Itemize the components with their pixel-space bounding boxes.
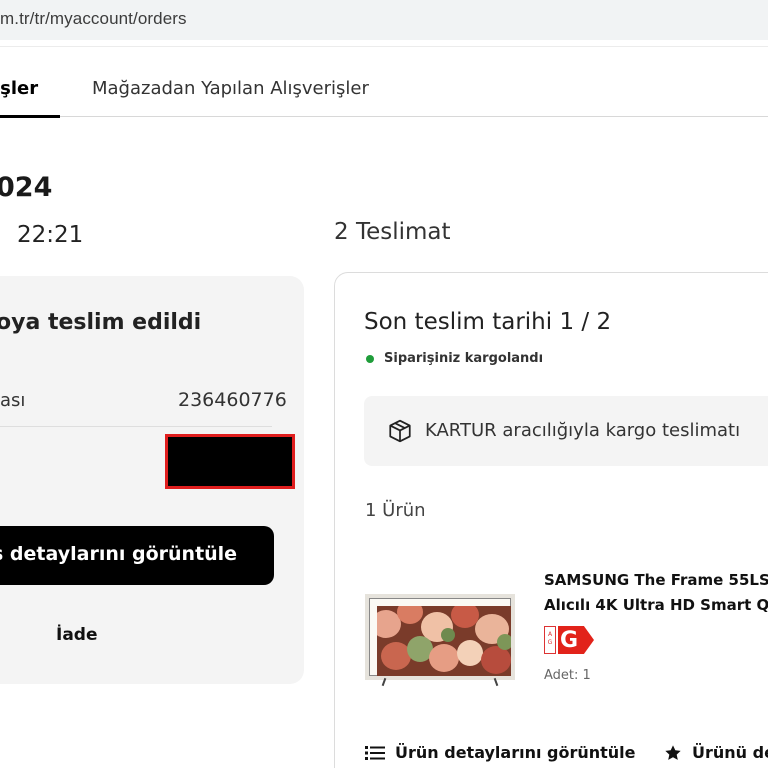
energy-scale-icon: AG: [544, 626, 556, 654]
tab-divider: [60, 116, 768, 117]
energy-label-badge[interactable]: AG G: [544, 626, 596, 654]
carrier-text: KARTUR aracılığıyla kargo teslimatı: [425, 420, 741, 441]
redacted-field: [165, 434, 295, 489]
delivery-heading: Son teslim tarihi 1 / 2: [364, 309, 612, 335]
view-product-details-label: Ürün detaylarını görüntüle: [395, 743, 636, 762]
tv-screen: [377, 606, 511, 676]
view-product-details-button[interactable]: Ürün detaylarını görüntüle: [365, 742, 636, 762]
list-icon: [365, 745, 385, 760]
order-number-label: ası: [0, 390, 26, 411]
tab-online-orders[interactable]: işler: [0, 78, 38, 99]
summary-divider: [0, 426, 272, 427]
active-tab-indicator: [0, 115, 60, 118]
url-text: m.tr/tr/myaccount/orders: [0, 9, 187, 28]
item-count: 1 Ürün: [365, 500, 426, 521]
product-image[interactable]: [365, 594, 515, 687]
delivery-status-title: oya teslim edildi: [0, 310, 202, 335]
order-number-value: 236460776: [178, 389, 287, 411]
product-title-line2: Alıcılı 4K Ultra HD Smart QL: [544, 596, 768, 614]
tab-store-purchases[interactable]: Mağazadan Yapılan Alışverişler: [92, 78, 369, 99]
rate-product-button[interactable]: Ürünü değ: [664, 742, 768, 762]
shipping-status-text: Siparişiniz kargolandı: [384, 351, 544, 366]
status-dot-icon: [366, 354, 374, 363]
address-bar[interactable]: m.tr/tr/myaccount/orders: [0, 0, 768, 40]
energy-class: G: [560, 628, 579, 653]
product-title[interactable]: SAMSUNG The Frame 55LS0 Alıcılı 4K Ultra…: [544, 568, 768, 618]
orders-page: m.tr/tr/myaccount/orders işler Mağazadan…: [0, 0, 768, 768]
view-order-details-label: s detaylarını görüntüle: [0, 543, 238, 565]
order-time: 22:21: [17, 222, 84, 248]
product-quantity: Adet: 1: [544, 668, 591, 683]
shipping-status: Siparişiniz kargolandı: [366, 348, 543, 367]
package-icon: [389, 419, 411, 443]
return-link[interactable]: İade: [56, 625, 98, 645]
product-title-line1: SAMSUNG The Frame 55LS0: [544, 571, 768, 589]
tv-frame: [365, 594, 515, 680]
star-icon: [665, 744, 681, 760]
order-date: 024: [0, 172, 53, 203]
rate-product-label: Ürünü değ: [692, 743, 768, 762]
view-order-details-button[interactable]: s detaylarını görüntüle: [0, 526, 274, 585]
deliveries-title: 2 Teslimat: [334, 219, 451, 245]
header-divider: [0, 46, 768, 47]
